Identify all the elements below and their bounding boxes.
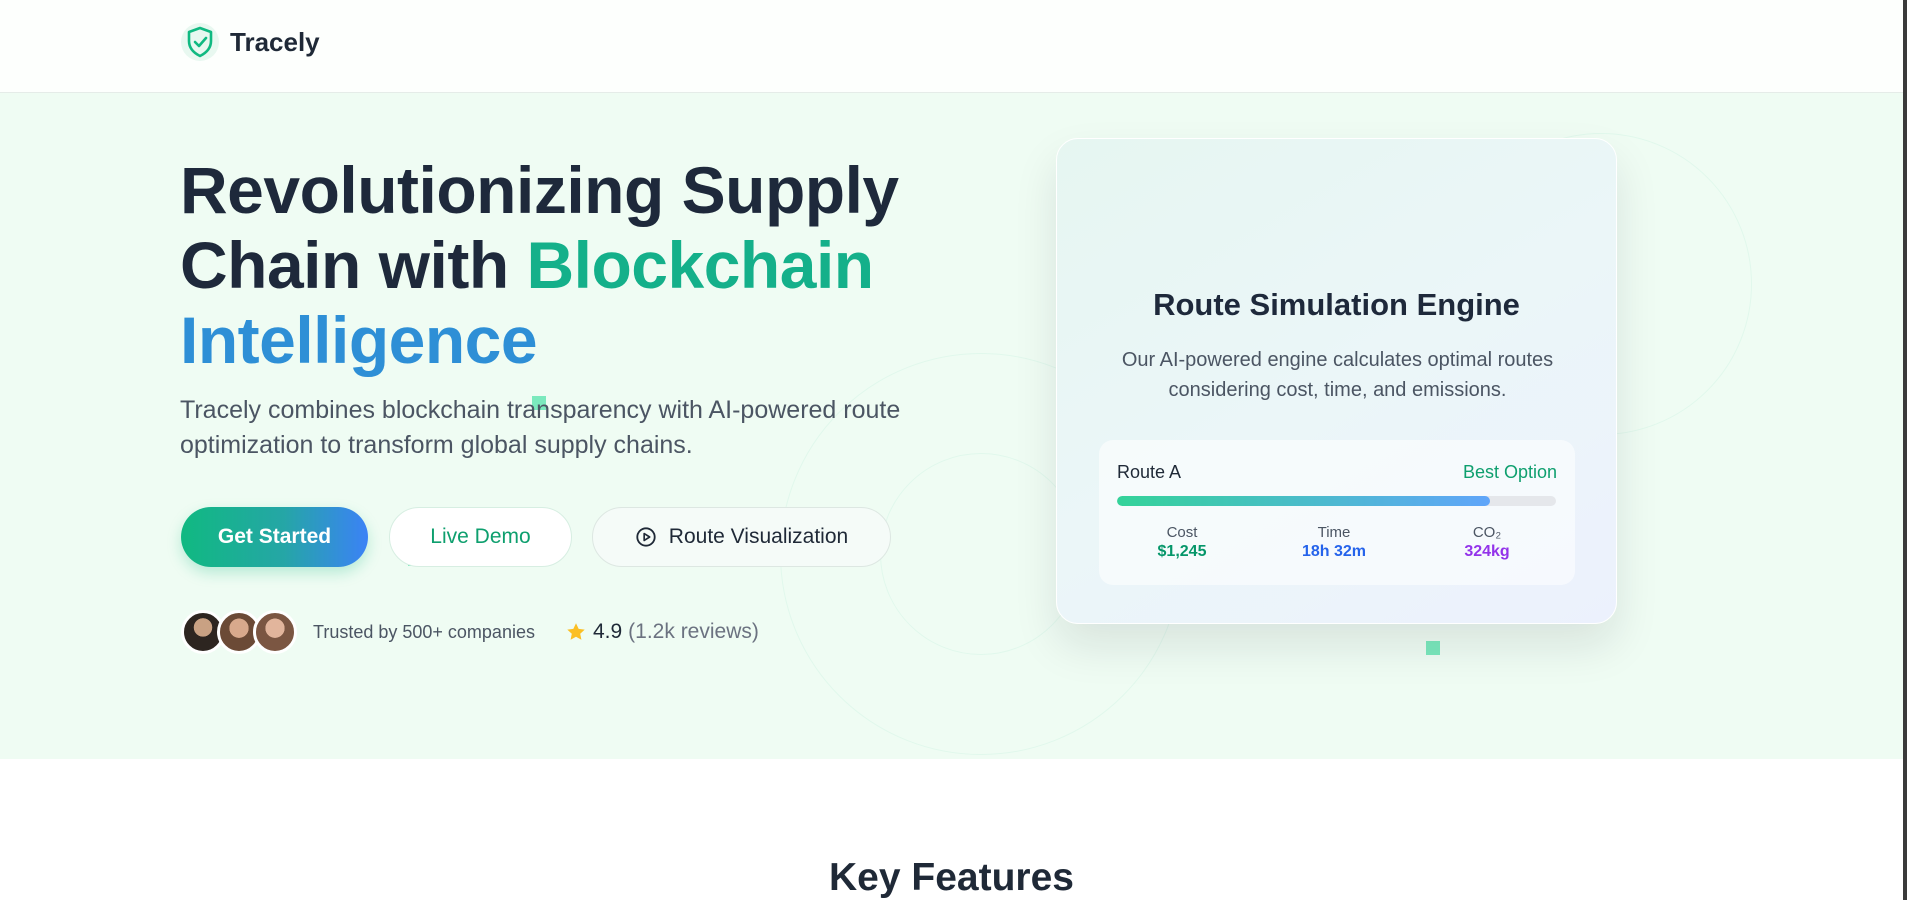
stat-value: $1,245 xyxy=(1157,543,1207,560)
best-option-badge: Best Option xyxy=(1462,462,1557,482)
customer-avatars xyxy=(181,610,297,654)
stat-value: 18h 32m xyxy=(1301,543,1367,560)
stat-label: CO₂ xyxy=(1472,524,1502,541)
route-progress-bar xyxy=(1117,496,1556,506)
route-progress-fill xyxy=(1117,496,1491,506)
route-visualization-button[interactable]: Route Visualization xyxy=(592,507,891,567)
decorative-square xyxy=(1426,641,1440,655)
stat-time: Time 18h 32m xyxy=(1274,524,1394,561)
get-started-button[interactable]: Get Started xyxy=(181,507,368,567)
brand-logo[interactable]: Tracely xyxy=(180,22,320,62)
stat-co2: CO₂ 324kg xyxy=(1427,524,1547,561)
stat-label: Time xyxy=(1317,524,1351,541)
play-circle-icon xyxy=(636,527,656,547)
rating-value: 4.9 xyxy=(592,620,623,643)
stat-cost: Cost $1,245 xyxy=(1122,524,1242,561)
headline-highlight-blue: Intelligence xyxy=(180,303,538,377)
background-ring xyxy=(880,453,1082,655)
headline-highlight-green: Blockchain xyxy=(526,228,874,302)
hero-subtitle: Tracely combines blockchain transparency… xyxy=(180,396,901,459)
hero-section: Revolutionizing Supply Chain with Blockc… xyxy=(0,93,1903,759)
stat-label: Cost xyxy=(1166,524,1198,541)
route-name: Route A xyxy=(1117,462,1182,482)
avatar xyxy=(253,610,297,654)
route-simulation-card: Route Simulation Engine Our AI-powered e… xyxy=(1056,138,1617,624)
star-icon xyxy=(567,623,585,640)
trust-row: Trusted by 500+ companies 4.9 (1.2k revi… xyxy=(181,610,759,654)
rating: 4.9 (1.2k reviews) xyxy=(565,620,759,644)
route-visualization-label: Route Visualization xyxy=(668,525,849,548)
trust-text: Trusted by 500+ companies xyxy=(313,621,535,642)
window-scrollbar[interactable] xyxy=(1903,0,1907,900)
stat-value: 324kg xyxy=(1464,543,1510,560)
card-description: Our AI-powered engine calculates optimal… xyxy=(1121,349,1554,401)
hero-headline: Revolutionizing Supply Chain with Blockc… xyxy=(180,153,960,378)
brand-name: Tracely xyxy=(230,26,320,57)
live-demo-button[interactable]: Live Demo xyxy=(389,507,572,567)
rating-count: (1.2k reviews) xyxy=(628,620,759,643)
shield-check-icon xyxy=(181,23,219,61)
route-option[interactable]: Route A Best Option Cost $1,245 Time 18h… xyxy=(1099,440,1575,585)
site-header: Tracely xyxy=(0,0,1903,93)
card-title: Route Simulation Engine xyxy=(1153,287,1520,322)
features-heading: Key Features xyxy=(829,856,1074,899)
